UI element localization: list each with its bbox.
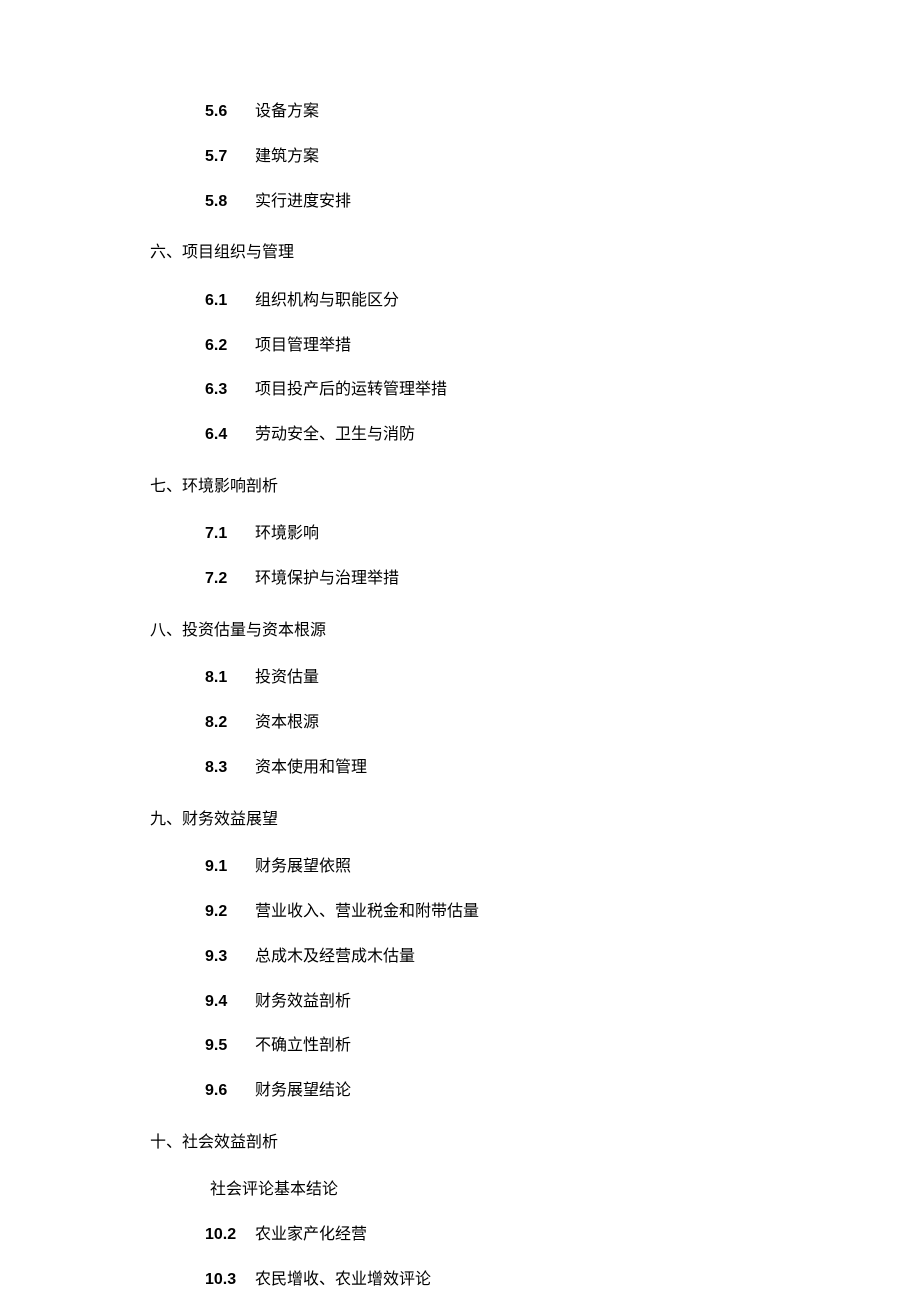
toc-subitem: 9.6 财务展望结论 [150, 1069, 840, 1114]
toc-item-text: 项目投产后的运转管理举措 [255, 368, 447, 413]
toc-subitem-unnumbered: 社会评论基本结论 [150, 1168, 840, 1213]
toc-item-text: 农民增收、农业增效评论 [255, 1258, 431, 1303]
toc-item-text: 实行进度安排 [255, 180, 351, 225]
toc-item-text: 环境保护与治理举措 [255, 557, 399, 602]
toc-subitem: 9.2 营业收入、营业税金和附带估量 [150, 890, 840, 935]
toc-item-text: 营业收入、营业税金和附带估量 [255, 890, 479, 935]
toc-item-number: 9.1 [205, 845, 241, 890]
toc-subitem: 9.4 财务效益剖析 [150, 980, 840, 1025]
toc-subitem: 5.6 设备方案 [150, 90, 840, 135]
toc-item-number: 9.6 [205, 1069, 241, 1114]
toc-subitem: 9.5 不确立性剖析 [150, 1024, 840, 1069]
toc-item-number: 5.7 [205, 135, 241, 180]
toc-item-text: 农业家产化经营 [255, 1213, 367, 1258]
toc-subitem: 7.1 环境影响 [150, 512, 840, 557]
toc-section: 六、项目组织与管理 6.1 组织机构与职能区分 6.2 项目管理举措 6.3 项目投产后的运… [150, 234, 840, 458]
toc-item-text: 财务展望依照 [255, 845, 351, 890]
toc-subitem: 6.4 劳动安全、卫生与消防 [150, 413, 840, 458]
toc-item-number: 9.5 [205, 1024, 241, 1069]
toc-heading: 六、项目组织与管理 [150, 234, 840, 272]
toc-item-text: 设备方案 [255, 90, 319, 135]
toc-subitem: 6.2 项目管理举措 [150, 324, 840, 369]
toc-item-text: 资本根源 [255, 701, 319, 746]
toc-item-text: 总成木及经营成木估量 [255, 935, 415, 980]
toc-item-number: 7.2 [205, 557, 241, 602]
toc-subitem: 6.1 组织机构与职能区分 [150, 279, 840, 324]
toc-item-text: 环境影响 [255, 512, 319, 557]
toc-item-number: 9.4 [205, 980, 241, 1025]
toc-subitem: 9.3 总成木及经营成木估量 [150, 935, 840, 980]
toc-item-number: 7.1 [205, 512, 241, 557]
toc-section: 九、财务效益展望 9.1 财务展望依照 9.2 营业收入、营业税金和附带估量 9.3 总成木… [150, 801, 840, 1114]
toc-item-number: 10.2 [205, 1213, 241, 1258]
table-of-contents: 5.6 设备方案 5.7 建筑方案 5.8 实行进度安排六、项目组织与管理 6.1 组织机构与… [150, 90, 840, 1303]
toc-item-text: 资本使用和管理 [255, 746, 367, 791]
toc-section: 5.6 设备方案 5.7 建筑方案 5.8 实行进度安排 [150, 90, 840, 224]
toc-item-number: 6.4 [205, 413, 241, 458]
toc-subitem: 7.2 环境保护与治理举措 [150, 557, 840, 602]
toc-heading: 十、社会效益剖析 [150, 1124, 840, 1162]
toc-item-number: 5.6 [205, 90, 241, 135]
toc-item-text: 投资估量 [255, 656, 319, 701]
toc-subitem: 6.3 项目投产后的运转管理举措 [150, 368, 840, 413]
toc-subitem: 5.8 实行进度安排 [150, 180, 840, 225]
toc-item-number: 8.3 [205, 746, 241, 791]
toc-item-number: 6.2 [205, 324, 241, 369]
toc-item-number: 8.1 [205, 656, 241, 701]
toc-item-text: 不确立性剖析 [255, 1024, 351, 1069]
toc-subitem: 8.2 资本根源 [150, 701, 840, 746]
toc-item-number: 10.3 [205, 1258, 241, 1303]
toc-heading: 七、环境影响剖析 [150, 468, 840, 506]
toc-item-number: 9.3 [205, 935, 241, 980]
toc-item-text: 项目管理举措 [255, 324, 351, 369]
toc-item-text: 财务展望结论 [255, 1069, 351, 1114]
toc-subitem: 5.7 建筑方案 [150, 135, 840, 180]
toc-subitem: 10.3 农民增收、农业增效评论 [150, 1258, 840, 1303]
toc-heading: 九、财务效益展望 [150, 801, 840, 839]
toc-section: 七、环境影响剖析 7.1 环境影响 7.2 环境保护与治理举措 [150, 468, 840, 602]
toc-subitem: 10.2 农业家产化经营 [150, 1213, 840, 1258]
toc-section: 十、社会效益剖析社会评论基本结论10.2 农业家产化经营 10.3 农民增收、农业增效… [150, 1124, 840, 1303]
toc-item-text: 财务效益剖析 [255, 980, 351, 1025]
toc-section: 八、投资估量与资本根源 8.1 投资估量 8.2 资本根源 8.3 资本使用和管理 [150, 612, 840, 791]
toc-item-number: 9.2 [205, 890, 241, 935]
toc-item-number: 6.1 [205, 279, 241, 324]
toc-item-text: 劳动安全、卫生与消防 [255, 413, 415, 458]
toc-item-text: 组织机构与职能区分 [255, 279, 399, 324]
toc-item-number: 6.3 [205, 368, 241, 413]
toc-heading: 八、投资估量与资本根源 [150, 612, 840, 650]
toc-subitem: 8.1 投资估量 [150, 656, 840, 701]
toc-subitem: 9.1 财务展望依照 [150, 845, 840, 890]
toc-item-number: 5.8 [205, 180, 241, 225]
toc-subitem: 8.3 资本使用和管理 [150, 746, 840, 791]
toc-item-number: 8.2 [205, 701, 241, 746]
toc-item-text: 建筑方案 [255, 135, 319, 180]
